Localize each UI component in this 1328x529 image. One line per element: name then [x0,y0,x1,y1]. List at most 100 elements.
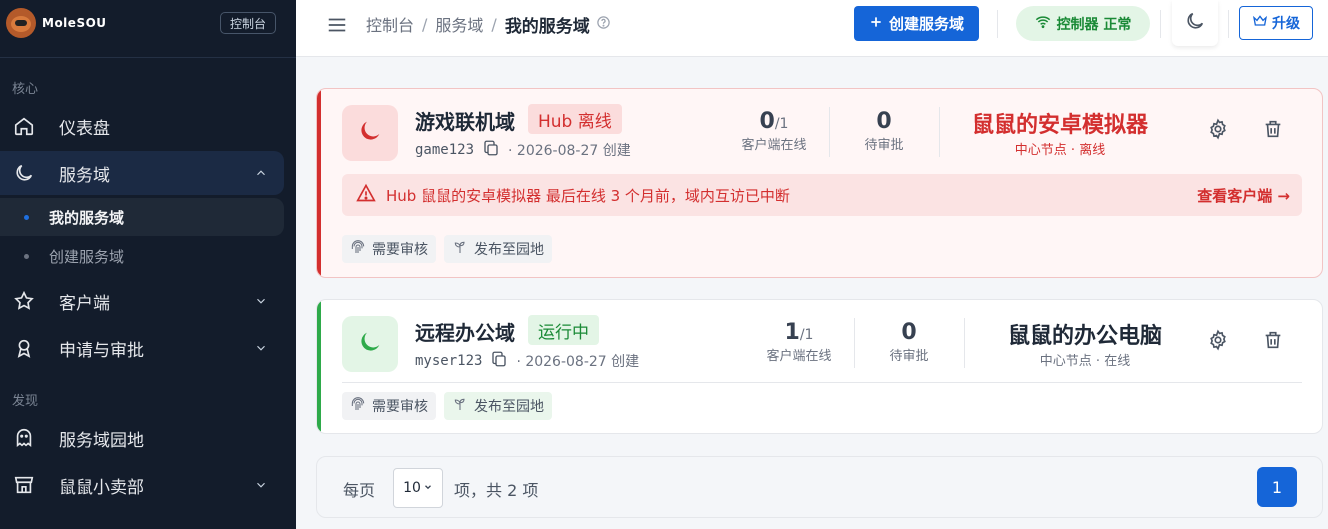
divider [939,107,940,157]
brand[interactable]: MoleSOU [6,8,107,38]
moon-icon [1184,10,1206,36]
hub-status: 中心节点 · 离线 [1014,143,1106,158]
create-domain-button[interactable]: 创建服务域 [854,6,979,41]
hub-name: 鼠鼠的安卓模拟器 [971,113,1148,138]
domain-avatar [342,105,398,161]
sidebar-item-domains[interactable]: 服务域 [0,151,284,195]
sidebar-subitem-create-domain[interactable]: 创建服务域 [0,237,284,275]
create-domain-label: 创建服务域 [888,15,964,33]
fingerprint-icon [350,239,366,259]
sidebar-item-shop[interactable]: 鼠鼠小卖部 [0,463,284,507]
store-icon [12,473,36,497]
sidebar-item-requests[interactable]: 申请与审批 [0,326,284,370]
sidebar-subitem-label: 创建服务域 [49,247,125,266]
clients-online-count: 1 [784,320,800,345]
domain-name[interactable]: 远程办公域 [415,317,515,346]
domain-meta: myser123 · 2026-08-27 创建 [415,350,639,372]
domain-tags: 需要审核 发布至园地 [342,392,552,420]
menu-icon[interactable] [326,14,350,38]
tag-label: 需要审核 [372,399,428,415]
sprout-icon [452,239,468,259]
status-stripe [317,89,321,277]
gear-icon [1207,118,1229,144]
chevron-up-icon [254,165,268,184]
pending-count: 0 [876,109,892,134]
sidebar-item-label: 仪表盘 [59,118,110,139]
page-title: 我的服务域 [504,16,590,37]
tag-require-review: 需要审核 [342,235,436,263]
per-page-select[interactable]: 10 [393,468,443,508]
pending-caption: 待审批 [864,138,904,153]
total-count-label: 项，共 2 项 [454,481,539,500]
sprout-icon [452,396,468,416]
tag-require-review: 需要审核 [342,392,436,420]
help-icon[interactable] [596,15,611,34]
tag-label: 发布至园地 [474,399,544,415]
domain-name[interactable]: 游戏联机域 [415,106,515,135]
breadcrumb-separator: / [422,14,428,34]
warning-icon [356,183,376,207]
per-page-value: 10 [403,480,421,496]
hub-status: 中心节点 · 在线 [1039,354,1131,369]
controller-status-badge[interactable]: 控制器 正常 [1016,6,1150,41]
sidebar-item-garden[interactable]: 服务域园地 [0,416,284,460]
pending-stat: 0 待审批 [864,320,954,364]
divider [997,10,998,38]
clients-online-caption: 客户端在线 [766,349,832,364]
chevron-down-icon [423,480,433,496]
moon-icon [356,328,384,360]
moon-icon [12,161,36,185]
domain-card[interactable]: 游戏联机域 Hub 离线 game123 · 2026-08-27 创建 0/1… [316,88,1323,278]
sidebar-item-dashboard[interactable]: 仪表盘 [0,104,284,148]
per-page-label: 每页 [343,481,376,500]
tag-label: 发布至园地 [474,242,544,258]
copy-icon[interactable] [482,139,500,161]
section-label-core: 核心 [12,82,39,97]
fingerprint-icon [350,396,366,416]
sidebar-divider [0,57,296,58]
hub-node: 鼠鼠的办公电脑 中心节点 · 在线 [970,318,1200,369]
plus-icon [869,15,883,33]
settings-button[interactable] [1206,118,1230,144]
delete-button[interactable] [1261,330,1285,354]
topbar: 控制台 / 服务域 / 我的服务域 创建服务域 控制器 正常 升级 [296,0,1328,57]
upgrade-button[interactable]: 升级 [1239,6,1313,40]
divider [964,318,965,368]
bullet-dot [24,253,29,259]
tag-publish-garden: 发布至园地 [444,235,552,263]
hub-name: 鼠鼠的办公电脑 [1007,324,1162,349]
sidebar-subitem-my-domains[interactable]: 我的服务域 [0,198,284,236]
clients-total: /1 [799,327,814,343]
breadcrumb-domains[interactable]: 服务域 [435,12,483,36]
theme-toggle-button[interactable] [1172,0,1218,46]
upgrade-label: 升级 [1272,16,1300,32]
status-stripe [317,300,321,433]
mole-logo-icon [6,8,36,38]
gear-icon [1207,329,1229,355]
divider [1160,10,1161,38]
pagination-bar: 每页 10 项，共 2 项 1 [316,456,1323,518]
hub-node: 鼠鼠的安卓模拟器 中心节点 · 离线 [945,107,1175,158]
moon-icon [356,117,384,149]
settings-button[interactable] [1206,329,1230,355]
clients-online-count: 0 [759,109,775,134]
tag-label: 需要审核 [372,242,428,258]
divider [829,107,830,157]
domain-avatar [342,316,398,372]
delete-button[interactable] [1261,119,1285,143]
sidebar-item-label: 服务域园地 [59,430,144,451]
page-button-current[interactable]: 1 [1257,467,1297,507]
tag-publish-garden: 发布至园地 [444,392,552,420]
divider [1228,10,1229,38]
breadcrumb: 控制台 / 服务域 / 我的服务域 [366,12,611,37]
sidebar-item-clients[interactable]: 客户端 [0,279,284,323]
domain-card[interactable]: 远程办公域 运行中 myser123 · 2026-08-27 创建 1/1 客… [316,299,1323,434]
clients-online-stat: 1/1 客户端在线 [754,320,844,364]
breadcrumb-console[interactable]: 控制台 [366,12,414,36]
view-clients-link[interactable]: 查看客户端 → [1197,185,1290,206]
domain-slug: game123 [415,142,475,158]
divider [854,318,855,368]
copy-icon[interactable] [490,350,508,372]
sidebar: MoleSOU 控制台 核心 仪表盘 服务域 我的服务域 创建服务域 客户端 申… [0,0,296,529]
pending-caption: 待审批 [889,349,929,364]
